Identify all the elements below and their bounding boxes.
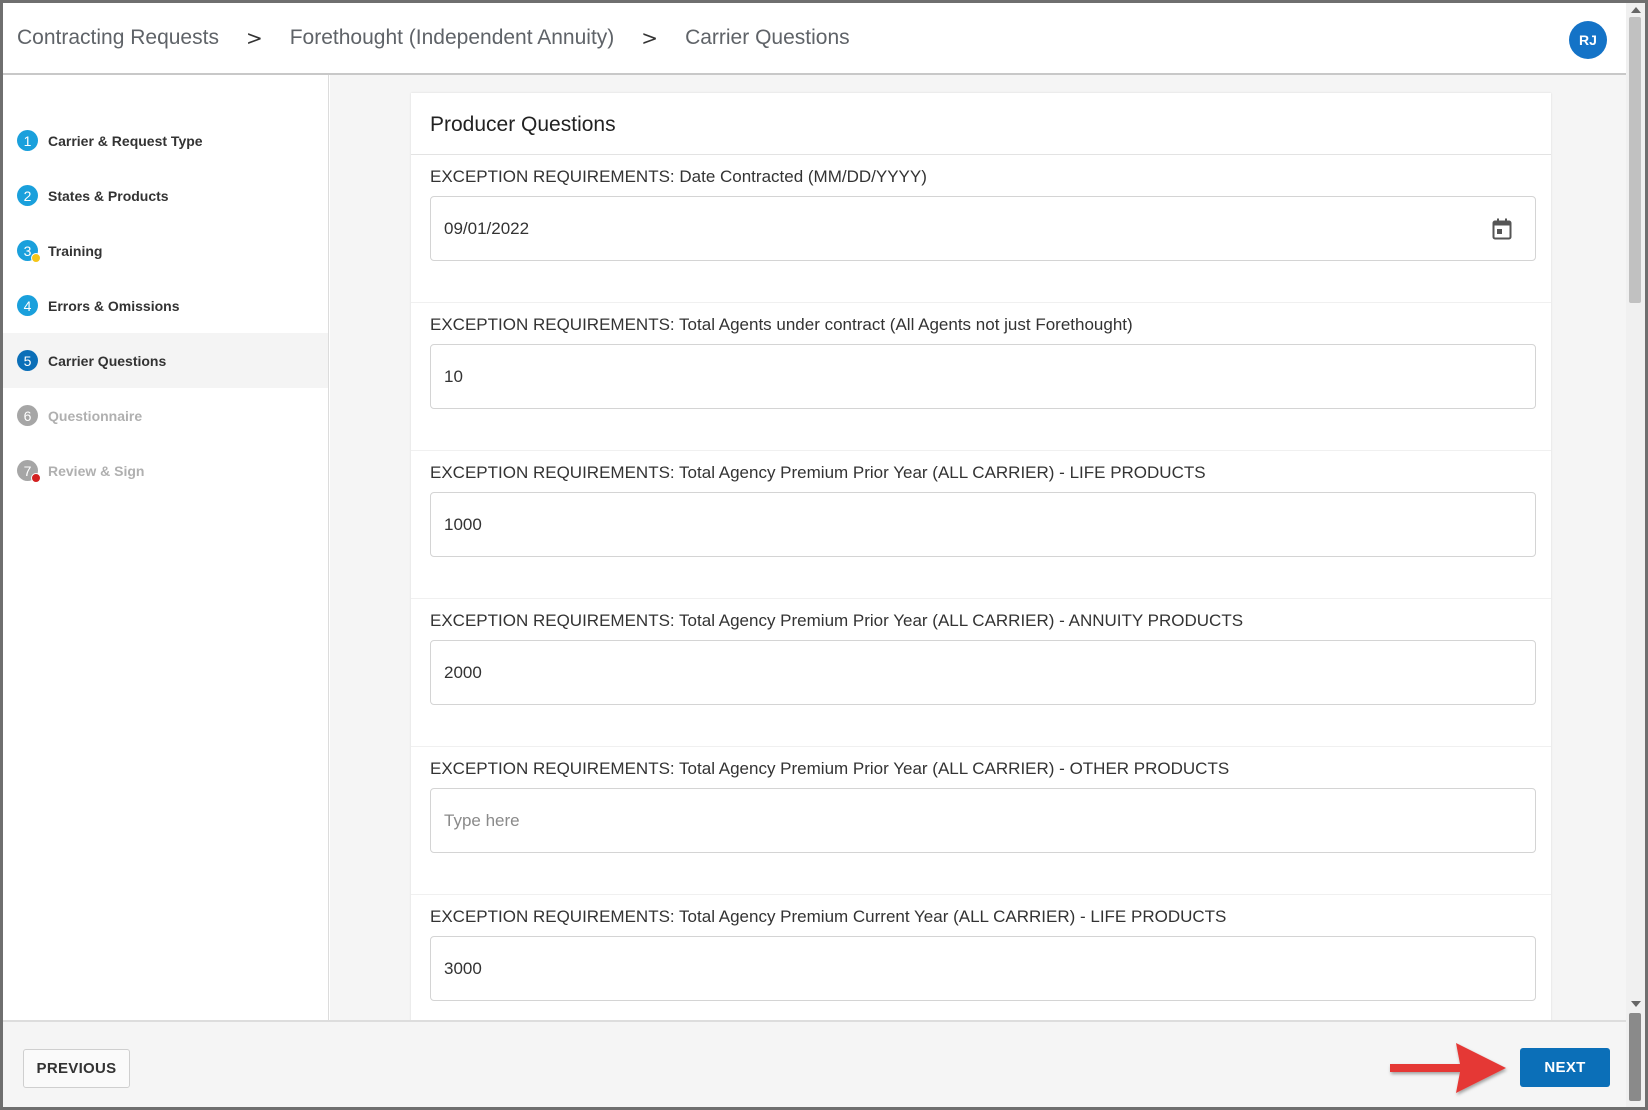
input-placeholder: Type here [444,810,520,830]
step-label: Errors & Omissions [48,297,180,314]
chevron-right-icon: > [245,26,263,50]
step-number-badge: 3 [17,240,41,263]
question-current-year-life: EXCEPTION REQUIREMENTS: Total Agency Pre… [411,895,1551,1020]
scroll-up-arrow-icon[interactable] [1631,7,1641,13]
step-errors-omissions[interactable]: 4 Errors & Omissions [3,278,328,333]
app-window: Contracting Requests > Forethought (Inde… [0,0,1648,1110]
question-total-agents: EXCEPTION REQUIREMENTS: Total Agents und… [411,303,1551,451]
step-states-products[interactable]: 2 States & Products [3,168,328,223]
step-number-badge: 4 [17,295,38,316]
step-carrier-request-type[interactable]: 1 Carrier & Request Type [3,113,328,168]
input-value: 3000 [444,958,482,978]
calendar-icon[interactable] [1492,218,1512,240]
question-date-contracted: EXCEPTION REQUIREMENTS: Date Contracted … [411,155,1551,303]
main-content: Producer Questions EXCEPTION REQUIREMENT… [330,75,1629,1020]
current-year-life-input[interactable]: 3000 [430,936,1536,1001]
input-value: 2000 [444,662,482,682]
step-label: Questionnaire [48,407,143,424]
step-label: Training [48,242,103,259]
error-dot-icon [31,473,41,483]
prior-year-life-input[interactable]: 1000 [430,492,1536,557]
previous-button[interactable]: PREVIOUS [23,1049,130,1088]
chevron-right-icon: > [641,26,659,50]
input-value: 1000 [444,514,482,534]
input-value: 09/01/2022 [444,218,530,238]
input-value: 10 [444,366,463,386]
step-training[interactable]: 3 Training [3,223,328,278]
question-label: EXCEPTION REQUIREMENTS: Total Agency Pre… [430,907,1227,926]
step-label: Review & Sign [48,462,145,479]
scrollbar-thumb[interactable] [1629,17,1641,303]
prior-year-annuity-input[interactable]: 2000 [430,640,1536,705]
warning-dot-icon [31,253,41,263]
footer-bar: PREVIOUS NEXT [3,1020,1629,1107]
date-contracted-input[interactable]: 09/01/2022 [430,196,1536,261]
step-number-badge: 1 [17,130,38,151]
outer-scrollbar-thumb[interactable] [1629,1013,1641,1101]
total-agents-input[interactable]: 10 [430,344,1536,409]
question-label: EXCEPTION REQUIREMENTS: Total Agents und… [430,315,1133,334]
question-prior-year-life: EXCEPTION REQUIREMENTS: Total Agency Pre… [411,451,1551,599]
step-review-sign: 7 Review & Sign [3,443,328,498]
question-prior-year-other: EXCEPTION REQUIREMENTS: Total Agency Pre… [411,747,1551,895]
red-arrow-pointer-icon [1390,1043,1506,1093]
question-prior-year-annuity: EXCEPTION REQUIREMENTS: Total Agency Pre… [411,599,1551,747]
breadcrumb-carrier-questions: Carrier Questions [685,26,850,49]
step-number-badge: 5 [17,350,38,371]
step-number-badge: 2 [17,185,38,206]
breadcrumb-forethought[interactable]: Forethought (Independent Annuity) [290,26,615,50]
step-number-badge: 6 [17,405,38,426]
vertical-scrollbar[interactable] [1626,3,1645,1107]
prior-year-other-input[interactable]: Type here [430,788,1536,853]
step-carrier-questions[interactable]: 5 Carrier Questions [3,333,328,388]
question-label: EXCEPTION REQUIREMENTS: Total Agency Pre… [430,611,1244,630]
card-title: Producer Questions [411,93,1551,155]
step-label: States & Products [48,187,169,204]
step-label: Carrier & Request Type [48,132,203,149]
user-avatar[interactable]: RJ [1569,21,1607,59]
question-label: EXCEPTION REQUIREMENTS: Total Agency Pre… [430,759,1230,778]
question-label: EXCEPTION REQUIREMENTS: Total Agency Pre… [430,463,1206,482]
step-label: Carrier Questions [48,352,167,369]
scroll-down-arrow-icon[interactable] [1631,1001,1641,1007]
question-label: EXCEPTION REQUIREMENTS: Date Contracted … [430,167,927,186]
breadcrumb-contracting-requests[interactable]: Contracting Requests [17,26,219,50]
producer-questions-card: Producer Questions EXCEPTION REQUIREMENT… [411,93,1551,1020]
next-button[interactable]: NEXT [1520,1048,1610,1087]
step-questionnaire: 6 Questionnaire [3,388,328,443]
steps-sidebar: 1 Carrier & Request Type 2 States & Prod… [3,75,329,1020]
step-number-badge: 7 [17,460,41,483]
top-bar: Contracting Requests > Forethought (Inde… [3,3,1629,75]
